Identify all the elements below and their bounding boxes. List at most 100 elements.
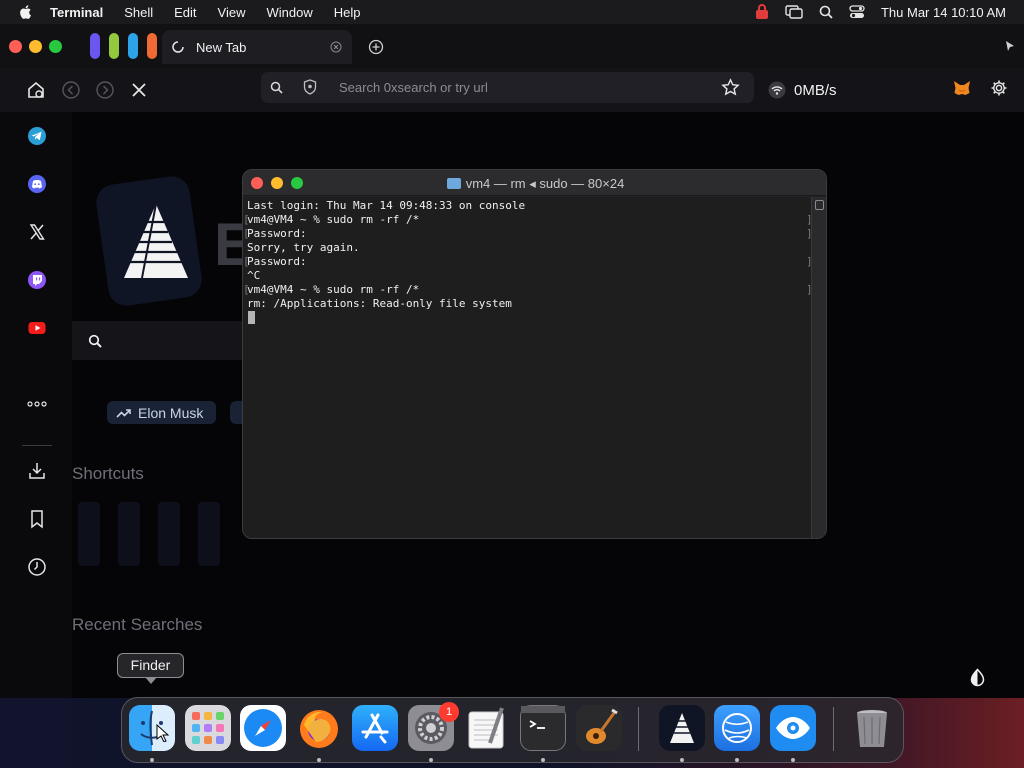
trending-chip-label: Elon Musk <box>138 404 204 421</box>
shortcut-tile[interactable] <box>78 502 100 566</box>
network-speed-value: 0MB/s <box>794 81 837 99</box>
settings-gear-icon[interactable] <box>990 79 1008 97</box>
dock-terminal-icon[interactable] <box>520 705 566 751</box>
menu-help[interactable]: Help <box>334 5 361 20</box>
terminal-output[interactable]: Last login: Thu Mar 14 09:48:33 on conso… <box>243 197 813 538</box>
mouse-pointer-icon <box>156 724 170 742</box>
dock-app-store-icon[interactable] <box>352 705 398 751</box>
dock-firefox-icon[interactable] <box>296 705 342 751</box>
dock-tooltip: Finder <box>117 653 184 684</box>
twitch-icon[interactable] <box>26 269 48 291</box>
dock-textedit-icon[interactable] <box>464 705 510 751</box>
browser-toolbar: Search 0xsearch or try url 0MB/s <box>0 68 1024 112</box>
menu-app-name[interactable]: Terminal <box>50 5 103 20</box>
x-twitter-icon[interactable] <box>26 221 48 243</box>
new-tab-icon[interactable] <box>368 39 384 55</box>
terminal-line: vm4@VM4 ~ % sudo rm -rf /* <box>243 213 419 226</box>
minimize-window-button[interactable] <box>29 40 42 53</box>
close-tab-icon[interactable] <box>330 41 342 53</box>
extension-cursor-icon[interactable] <box>1004 40 1016 52</box>
more-options-icon[interactable] <box>26 393 48 415</box>
shield-icon[interactable] <box>303 79 317 95</box>
downloads-icon[interactable] <box>26 460 48 482</box>
desktop: Terminal Shell Edit View Window Help Thu… <box>0 0 1024 768</box>
search-icon <box>270 81 283 94</box>
page-search-icon <box>88 334 102 348</box>
screen-mirroring-icon[interactable] <box>785 5 803 19</box>
terminal-title: vm4 — rm ◂ sudo — 80×24 <box>243 176 826 192</box>
terminal-line: Last login: Thu Mar 14 09:48:33 on conso… <box>247 199 526 212</box>
close-window-button[interactable] <box>9 40 22 53</box>
dock-separator <box>833 707 834 751</box>
shortcut-tile[interactable] <box>198 502 220 566</box>
settings-notification-badge: 1 <box>439 702 459 722</box>
dock-browser-icon[interactable] <box>659 705 705 751</box>
trending-chip[interactable]: Elon Musk <box>107 401 217 424</box>
home-icon[interactable] <box>26 80 46 100</box>
back-icon[interactable] <box>61 80 81 100</box>
browser-logo-icon <box>124 203 188 279</box>
stop-loading-icon[interactable] <box>129 80 149 100</box>
dock-preview-icon[interactable] <box>770 705 816 751</box>
dock-safari-icon[interactable] <box>240 705 286 751</box>
dock-running-indicator <box>429 758 433 762</box>
terminal-line: rm: /Applications: Read-only file system <box>247 297 512 310</box>
forward-icon[interactable] <box>95 80 115 100</box>
telegram-icon[interactable] <box>26 125 48 147</box>
network-speed-icon <box>768 81 786 99</box>
side-panel-divider <box>22 445 52 446</box>
dock-trash-icon[interactable] <box>849 705 895 751</box>
history-clock-icon[interactable] <box>26 556 48 578</box>
dock-launchpad-icon[interactable] <box>185 705 231 751</box>
menubar-status-area: Thu Mar 14 10:10 AM <box>755 0 1024 24</box>
control-center-icon[interactable] <box>849 5 865 19</box>
terminal-line: Password: <box>243 255 307 268</box>
trending-up-icon <box>116 408 131 418</box>
dock-running-indicator <box>791 758 795 762</box>
terminal-line: Sorry, try again. <box>247 241 360 254</box>
menubar: Terminal Shell Edit View Window Help Thu… <box>0 0 1024 24</box>
maximize-window-button[interactable] <box>49 40 62 53</box>
terminal-cursor <box>248 311 255 324</box>
terminal-scroll-thumb[interactable] <box>815 200 824 210</box>
workspace-blue[interactable] <box>128 33 138 59</box>
dock-running-indicator <box>317 758 321 762</box>
workspace-green[interactable] <box>109 33 119 59</box>
bookmarks-icon[interactable] <box>26 508 48 530</box>
menu-edit[interactable]: Edit <box>174 5 196 20</box>
address-bar[interactable]: Search 0xsearch or try url <box>261 72 754 103</box>
terminal-line: ^C <box>247 269 261 282</box>
terminal-title-text: vm4 — rm ◂ sudo — 80×24 <box>465 176 625 191</box>
dock-running-indicator <box>541 758 545 762</box>
spotlight-search-icon[interactable] <box>819 5 833 19</box>
menu-shell[interactable]: Shell <box>124 5 153 20</box>
dock-network-globe-icon[interactable] <box>714 705 760 751</box>
dock-running-indicator <box>150 758 154 762</box>
tab-new-tab[interactable]: New Tab <box>162 30 352 64</box>
bookmark-star-icon[interactable] <box>721 78 740 97</box>
dock-separator <box>638 707 639 751</box>
dock <box>121 697 904 763</box>
discord-icon[interactable] <box>26 173 48 195</box>
youtube-icon[interactable] <box>26 317 48 339</box>
theme-toggle-icon[interactable] <box>968 668 987 687</box>
terminal-window[interactable]: vm4 — rm ◂ sudo — 80×24 Last login: Thu … <box>242 169 827 539</box>
dock-garageband-icon[interactable] <box>576 705 622 751</box>
workspace-purple[interactable] <box>90 33 100 59</box>
tab-bar: New Tab <box>0 24 1024 68</box>
menu-view[interactable]: View <box>218 5 246 20</box>
apple-menu-icon[interactable] <box>18 4 34 20</box>
metamask-fox-icon[interactable] <box>952 78 972 98</box>
address-input-placeholder[interactable]: Search 0xsearch or try url <box>339 80 488 95</box>
menubar-clock[interactable]: Thu Mar 14 10:10 AM <box>881 5 1006 20</box>
terminal-title-bar[interactable]: vm4 — rm ◂ sudo — 80×24 <box>243 170 826 196</box>
terminal-scrollbar[interactable] <box>811 197 826 538</box>
tab-title: New Tab <box>196 39 247 55</box>
shortcut-tile[interactable] <box>118 502 140 566</box>
shortcut-tile[interactable] <box>158 502 180 566</box>
network-speed[interactable]: 0MB/s <box>768 81 837 99</box>
lock-status-icon[interactable] <box>755 4 769 20</box>
menu-window[interactable]: Window <box>267 5 313 20</box>
workspace-orange[interactable] <box>147 33 157 59</box>
dock-running-indicator <box>735 758 739 762</box>
